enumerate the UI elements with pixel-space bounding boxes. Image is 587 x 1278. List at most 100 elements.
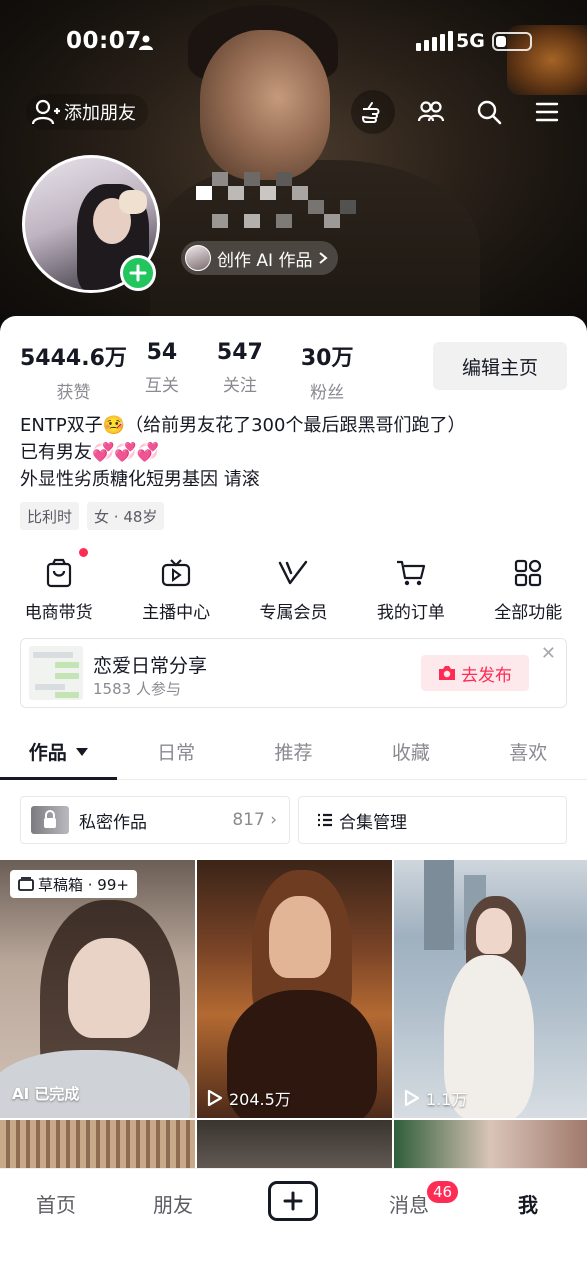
topic-thumbnail	[29, 646, 83, 700]
status-bar: 00:07 5G	[0, 28, 587, 58]
stat-value: 30万	[300, 346, 354, 371]
stat-value: 5444.6万	[20, 346, 127, 371]
feature-vip[interactable]: 专属会员	[235, 556, 352, 623]
close-icon[interactable]: ✕	[541, 643, 556, 664]
add-person-icon	[32, 99, 60, 125]
cart-icon	[396, 560, 425, 586]
plus-icon	[129, 264, 147, 282]
feature-orders[interactable]: 我的订单	[352, 556, 469, 623]
topic-card[interactable]: 恋爱日常分享 1583 人参与 去发布 ✕	[20, 638, 567, 708]
nav-messages[interactable]: 消息	[389, 1189, 429, 1218]
tab-label: 推荐	[274, 742, 313, 764]
notification-dot	[78, 548, 88, 557]
topic-title: 恋爱日常分享	[93, 655, 208, 677]
chevron-right-icon	[319, 252, 329, 264]
gender-age-tag: 女 · 48岁	[87, 502, 165, 530]
feature-streamer-center[interactable]: 主播中心	[117, 556, 234, 623]
tab-label: 日常	[157, 742, 196, 764]
stat-likes[interactable]: 5444.6万 获赞	[20, 340, 127, 403]
camera-icon	[439, 666, 455, 680]
stat-label: 关注	[222, 376, 257, 396]
signal-icon	[416, 31, 453, 51]
bio-line: 已有男友💞💞💞	[20, 442, 160, 463]
tab-favorites[interactable]: 收藏	[352, 724, 469, 779]
add-story-button[interactable]	[120, 255, 156, 291]
stat-following[interactable]: 547 关注	[217, 340, 263, 403]
feature-label: 全部功能	[494, 603, 563, 623]
top-actions	[351, 90, 569, 134]
profile-sheet: 5444.6万 获赞 54 互关 547 关注 30万粉丝 编辑主页 ENTP双子🤒（…	[0, 316, 587, 1278]
work-thumbnail[interactable]: 204.5万	[197, 860, 392, 1118]
avatar-bow	[119, 190, 147, 214]
collection-manage-button[interactable]: 合集管理	[298, 796, 567, 844]
person-status-icon	[139, 35, 153, 50]
location-tag: 比利时	[20, 502, 80, 530]
plus-icon	[283, 1191, 303, 1211]
pixelated-username	[196, 168, 356, 238]
feature-all[interactable]: 全部功能	[470, 556, 587, 623]
poke-button[interactable]	[351, 90, 395, 134]
tab-label: 喜欢	[509, 742, 548, 764]
feature-ecommerce[interactable]: 电商带货	[0, 548, 117, 623]
bio-line: ENTP双子🤒（给前男友花了300个最后跟黑哥们跑了）	[20, 415, 466, 436]
profile-stats: 5444.6万 获赞 54 互关 547 关注 30万粉丝	[20, 340, 371, 403]
add-friend-label: 添加朋友	[64, 103, 136, 124]
publish-button[interactable]: 去发布	[421, 655, 529, 691]
tv-icon	[161, 559, 191, 587]
profile-tags: 比利时 女 · 48岁	[20, 502, 165, 530]
feature-label: 电商带货	[24, 603, 93, 623]
feature-label: 我的订单	[376, 603, 445, 623]
feature-label: 专属会员	[259, 603, 328, 623]
create-button[interactable]	[268, 1181, 318, 1221]
tab-label: 作品	[28, 742, 67, 764]
nav-me[interactable]: 我	[518, 1189, 538, 1218]
stat-label: 粉丝	[310, 383, 345, 403]
search-icon	[477, 100, 502, 125]
v-icon	[279, 560, 308, 585]
ai-done-label: AI 已完成	[12, 1085, 80, 1103]
search-button[interactable]	[467, 90, 511, 134]
stat-label: 互关	[144, 376, 179, 396]
edit-profile-button[interactable]: 编辑主页	[433, 342, 567, 390]
ai-create-chip[interactable]: 创作 AI 作品	[181, 241, 339, 275]
photo-face	[269, 896, 331, 978]
feature-label: 主播中心	[142, 603, 211, 623]
menu-button[interactable]	[525, 90, 569, 134]
status-time: 00:07	[66, 28, 142, 54]
play-count-value: 1.1万	[426, 1090, 468, 1109]
draft-label: 草稿箱 · 99+	[38, 875, 129, 894]
add-friend-button[interactable]: 添加朋友	[26, 94, 148, 130]
play-count: 204.5万	[207, 1086, 291, 1110]
publish-label: 去发布	[461, 665, 512, 686]
caret-down-icon	[75, 747, 88, 756]
tab-daily[interactable]: 日常	[117, 724, 234, 779]
drafts-badge[interactable]: 草稿箱 · 99+	[10, 870, 137, 898]
bio-line: 外显性劣质糖化短男基因 请滚	[20, 469, 260, 490]
battery-icon	[492, 32, 532, 51]
tab-recommend[interactable]: 推荐	[235, 724, 352, 779]
photo-building	[424, 860, 454, 950]
play-count-value: 204.5万	[229, 1090, 291, 1109]
content-tabs: 作品 日常 推荐 收藏 喜欢	[0, 724, 587, 780]
stat-followers[interactable]: 30万粉丝	[301, 340, 354, 403]
messages-badge: 46	[425, 1179, 461, 1205]
work-thumbnail[interactable]: 1.1万	[394, 860, 587, 1118]
tab-likes[interactable]: 喜欢	[470, 724, 587, 779]
collection-label: 合集管理	[339, 812, 407, 833]
lock-thumbnail-icon	[31, 806, 69, 834]
network-type: 5G	[456, 30, 485, 52]
tab-works[interactable]: 作品	[0, 724, 118, 780]
stat-value: 54	[146, 340, 178, 365]
private-works-button[interactable]: 私密作品 817 ›	[20, 796, 290, 844]
friends-button[interactable]	[409, 90, 453, 134]
photo-face	[476, 908, 512, 954]
works-tools: 私密作品 817 › 合集管理	[20, 796, 567, 844]
play-count: 1.1万	[404, 1086, 467, 1110]
work-thumbnail[interactable]: 草稿箱 · 99+ AI 已完成	[0, 860, 195, 1118]
nav-home[interactable]: 首页	[36, 1189, 76, 1218]
nav-friends[interactable]: 朋友	[153, 1189, 193, 1218]
grid-icon	[515, 559, 542, 587]
stat-mutual[interactable]: 54 互关	[145, 340, 179, 403]
shopping-bag-icon	[46, 558, 71, 588]
private-count-value: 817	[232, 810, 265, 830]
